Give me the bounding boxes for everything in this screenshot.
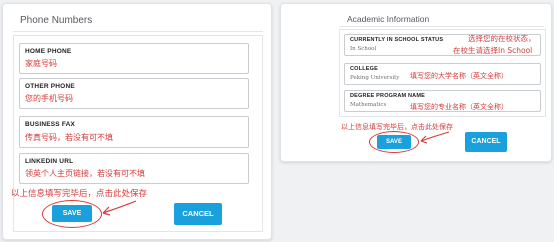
arrow-icon <box>102 200 137 216</box>
arrow-icon <box>420 131 450 144</box>
cancel-button[interactable]: CANCEL <box>174 203 222 225</box>
academic-information-panel: Academic Information CURRENTLY IN SCHOOL… <box>280 3 552 162</box>
cancel-button[interactable]: CANCEL <box>465 132 507 152</box>
phone-numbers-panel: Phone Numbers HOME PHONE 家庭号码 OTHER PHON… <box>2 3 272 240</box>
